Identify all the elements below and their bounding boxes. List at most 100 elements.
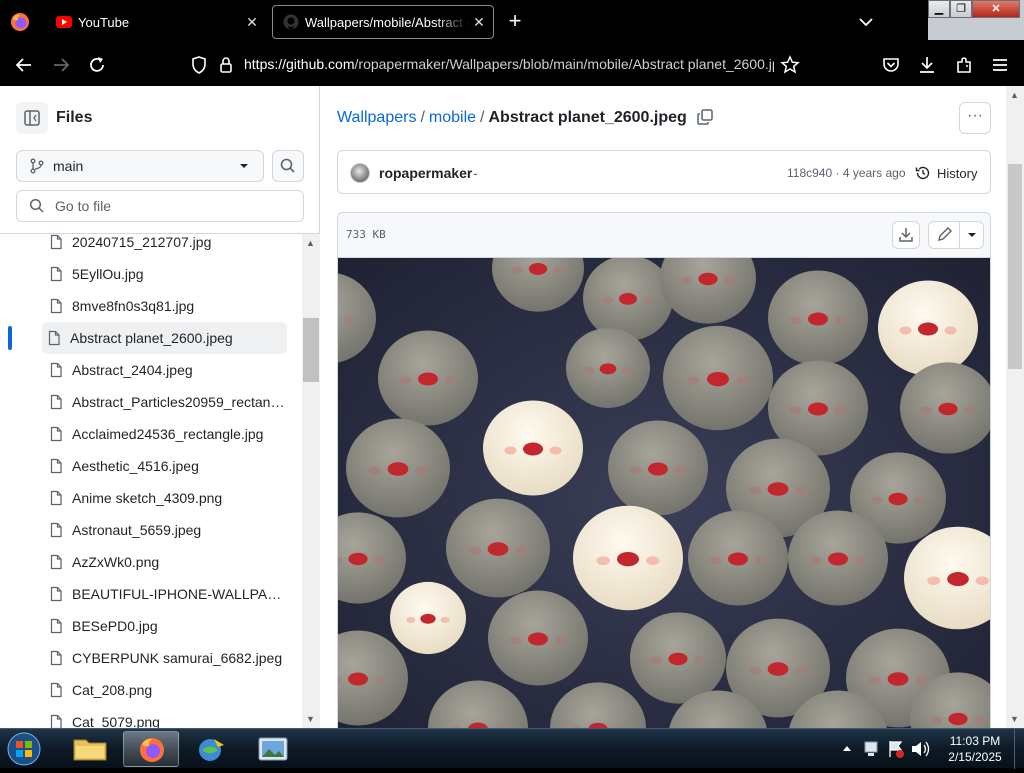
pocket-icon[interactable] — [880, 54, 902, 76]
go-to-file-input[interactable] — [55, 198, 295, 214]
file-tree-item[interactable]: 20240715_212707.jpg — [44, 234, 286, 258]
file-tree-item[interactable]: Astronaut_5659.jpeg — [44, 514, 286, 546]
sidebar-title: Files — [56, 109, 93, 126]
branch-selector[interactable]: main — [16, 150, 264, 182]
latest-commit-box: ropapermaker - 118c940 · 4 years ago His… — [337, 150, 991, 194]
sidebar-scroll-thumb[interactable] — [303, 318, 319, 382]
taskbar-image-viewer[interactable] — [245, 731, 301, 767]
file-tree-item[interactable]: Abstract_Particles20959_rectangle.jpg — [44, 386, 286, 418]
scroll-up-arrow-icon[interactable]: ▲ — [1010, 90, 1019, 100]
back-arrow-icon[interactable] — [13, 54, 35, 76]
tab-github-file[interactable]: Wallpapers/mobile/Abstract planet_2600.j… — [272, 5, 494, 39]
scroll-down-arrow-icon[interactable]: ▼ — [1010, 714, 1019, 724]
page-scrollbar[interactable]: ▲ ▼ — [1006, 86, 1024, 728]
tab-youtube[interactable]: YouTube ✕ — [46, 5, 266, 39]
minimize-button[interactable]: ▁ — [928, 0, 950, 18]
file-icon — [50, 714, 62, 728]
branch-name: main — [53, 158, 84, 174]
new-tab-button[interactable]: + — [504, 10, 526, 32]
page-scroll-thumb[interactable] — [1008, 164, 1022, 369]
file-icon — [50, 682, 62, 698]
hamburger-menu-icon[interactable] — [989, 54, 1011, 76]
file-name: 5EyllOu.jpg — [72, 266, 144, 282]
file-content-area: Wallpapers / mobile / Abstract planet_2600.j… — [321, 86, 1006, 728]
commit-sha-time[interactable]: 118c940 · 4 years ago — [787, 166, 906, 180]
tab-close-icon[interactable]: ✕ — [242, 14, 262, 31]
tracking-shield-icon[interactable] — [188, 54, 210, 76]
search-icon — [29, 198, 44, 213]
chevron-down-icon[interactable] — [856, 12, 876, 32]
search-files-button[interactable] — [272, 150, 304, 182]
sidebar-scrollbar[interactable]: ▲ ▼ — [302, 234, 320, 728]
taskbar-download-manager[interactable] — [184, 731, 240, 767]
file-tree-item[interactable]: Anime sketch_4309.png — [44, 482, 286, 514]
tab-close-icon[interactable]: ✕ — [469, 14, 489, 31]
file-tree-item[interactable]: 5EyllOu.jpg — [44, 258, 286, 290]
file-tree-item[interactable]: CYBERPUNK samurai_6682.jpeg — [44, 642, 286, 674]
breadcrumb-folder-link[interactable]: mobile — [429, 109, 476, 126]
forward-arrow-icon[interactable] — [50, 54, 72, 76]
file-icon — [50, 362, 62, 378]
file-tree-item[interactable]: 8mve8fn0s3q81.jpg — [44, 290, 286, 322]
file-tree-item[interactable]: Aesthetic_4516.jpeg — [44, 450, 286, 482]
pencil-icon[interactable] — [929, 222, 959, 248]
url-host: https://github.com — [244, 56, 355, 72]
git-branch-icon — [30, 158, 44, 174]
file-tree-sidebar: Files main Go to file 20240715_212707.jp… — [0, 86, 320, 728]
firefox-icon — [140, 738, 164, 762]
reload-icon[interactable] — [86, 54, 108, 76]
file-icon — [50, 522, 62, 538]
file-tree-item[interactable]: Abstract planet_2600.jpeg — [42, 322, 287, 354]
taskbar-firefox[interactable] — [123, 731, 179, 767]
more-options-button[interactable]: ··· — [959, 102, 991, 134]
triangle-down-icon[interactable] — [960, 222, 984, 248]
downloads-icon[interactable] — [916, 54, 938, 76]
close-window-button[interactable]: ✕ — [972, 0, 1020, 18]
file-name: Abstract_Particles20959_rectangle.jpg — [72, 394, 286, 410]
action-center-flag-icon[interactable] — [884, 729, 908, 769]
lock-icon[interactable] — [215, 54, 237, 76]
bookmark-star-icon[interactable] — [779, 54, 801, 76]
file-tree-item[interactable]: AzZxWk0.png — [44, 546, 286, 578]
tray-expand-icon[interactable] — [840, 729, 854, 769]
file-name: Astronaut_5659.jpeg — [72, 522, 202, 538]
file-name: 8mve8fn0s3q81.jpg — [72, 298, 195, 314]
maximize-button[interactable]: ❐ — [950, 0, 972, 18]
volume-icon[interactable] — [908, 729, 934, 769]
breadcrumb-repo-link[interactable]: Wallpapers — [337, 109, 416, 126]
file-tree-item[interactable]: Acclaimed24536_rectangle.jpg — [44, 418, 286, 450]
file-tree-item[interactable]: BESePD0.jpg — [44, 610, 286, 642]
show-desktop-button[interactable] — [1014, 729, 1024, 769]
folder-icon — [73, 739, 107, 761]
collapse-sidebar-button[interactable] — [16, 102, 48, 134]
firefox-menu-icon[interactable] — [10, 12, 30, 32]
avatar[interactable] — [350, 163, 370, 183]
file-tree-item[interactable]: Cat_5079.png — [44, 706, 286, 728]
file-tree-item[interactable]: Abstract_2404.jpeg — [44, 354, 286, 386]
download-raw-button[interactable] — [892, 221, 920, 249]
scroll-up-arrow-icon[interactable]: ▲ — [306, 238, 315, 248]
windows-start-icon[interactable] — [4, 730, 44, 768]
history-button[interactable]: History — [915, 159, 977, 187]
extensions-icon[interactable] — [953, 54, 975, 76]
commit-author-link[interactable]: ropapermaker — [379, 165, 472, 181]
file-tree-item[interactable]: Cat_208.png — [44, 674, 286, 706]
scroll-down-arrow-icon[interactable]: ▼ — [306, 714, 315, 724]
file-icon — [50, 554, 62, 570]
taskbar-clock[interactable]: 11:03 PM 2/15/2025 — [940, 733, 1010, 765]
file-tree-item[interactable]: BEAUTIFUL-IPHONE-WALLPAPER.jpg — [44, 578, 286, 610]
window-controls: ▁ ❐ ✕ — [928, 0, 1024, 40]
abstract-planet-illustration — [338, 258, 990, 728]
file-icon — [50, 298, 62, 314]
file-tree: 20240715_212707.jpg 5EyllOu.jpg 8mve8fn0s3… — [0, 234, 302, 728]
file-icon — [50, 618, 62, 634]
network-icon[interactable] — [860, 729, 884, 769]
taskbar-explorer[interactable] — [62, 731, 118, 767]
file-icon — [50, 394, 62, 410]
file-name: Aesthetic_4516.jpeg — [72, 458, 199, 474]
copy-path-icon[interactable] — [696, 108, 714, 126]
file-name: Abstract_2404.jpeg — [72, 362, 193, 378]
go-to-file-field[interactable] — [16, 190, 304, 222]
file-icon — [48, 330, 60, 346]
address-bar[interactable]: https://github.com/ropapermaker/Wallpape… — [244, 56, 774, 72]
